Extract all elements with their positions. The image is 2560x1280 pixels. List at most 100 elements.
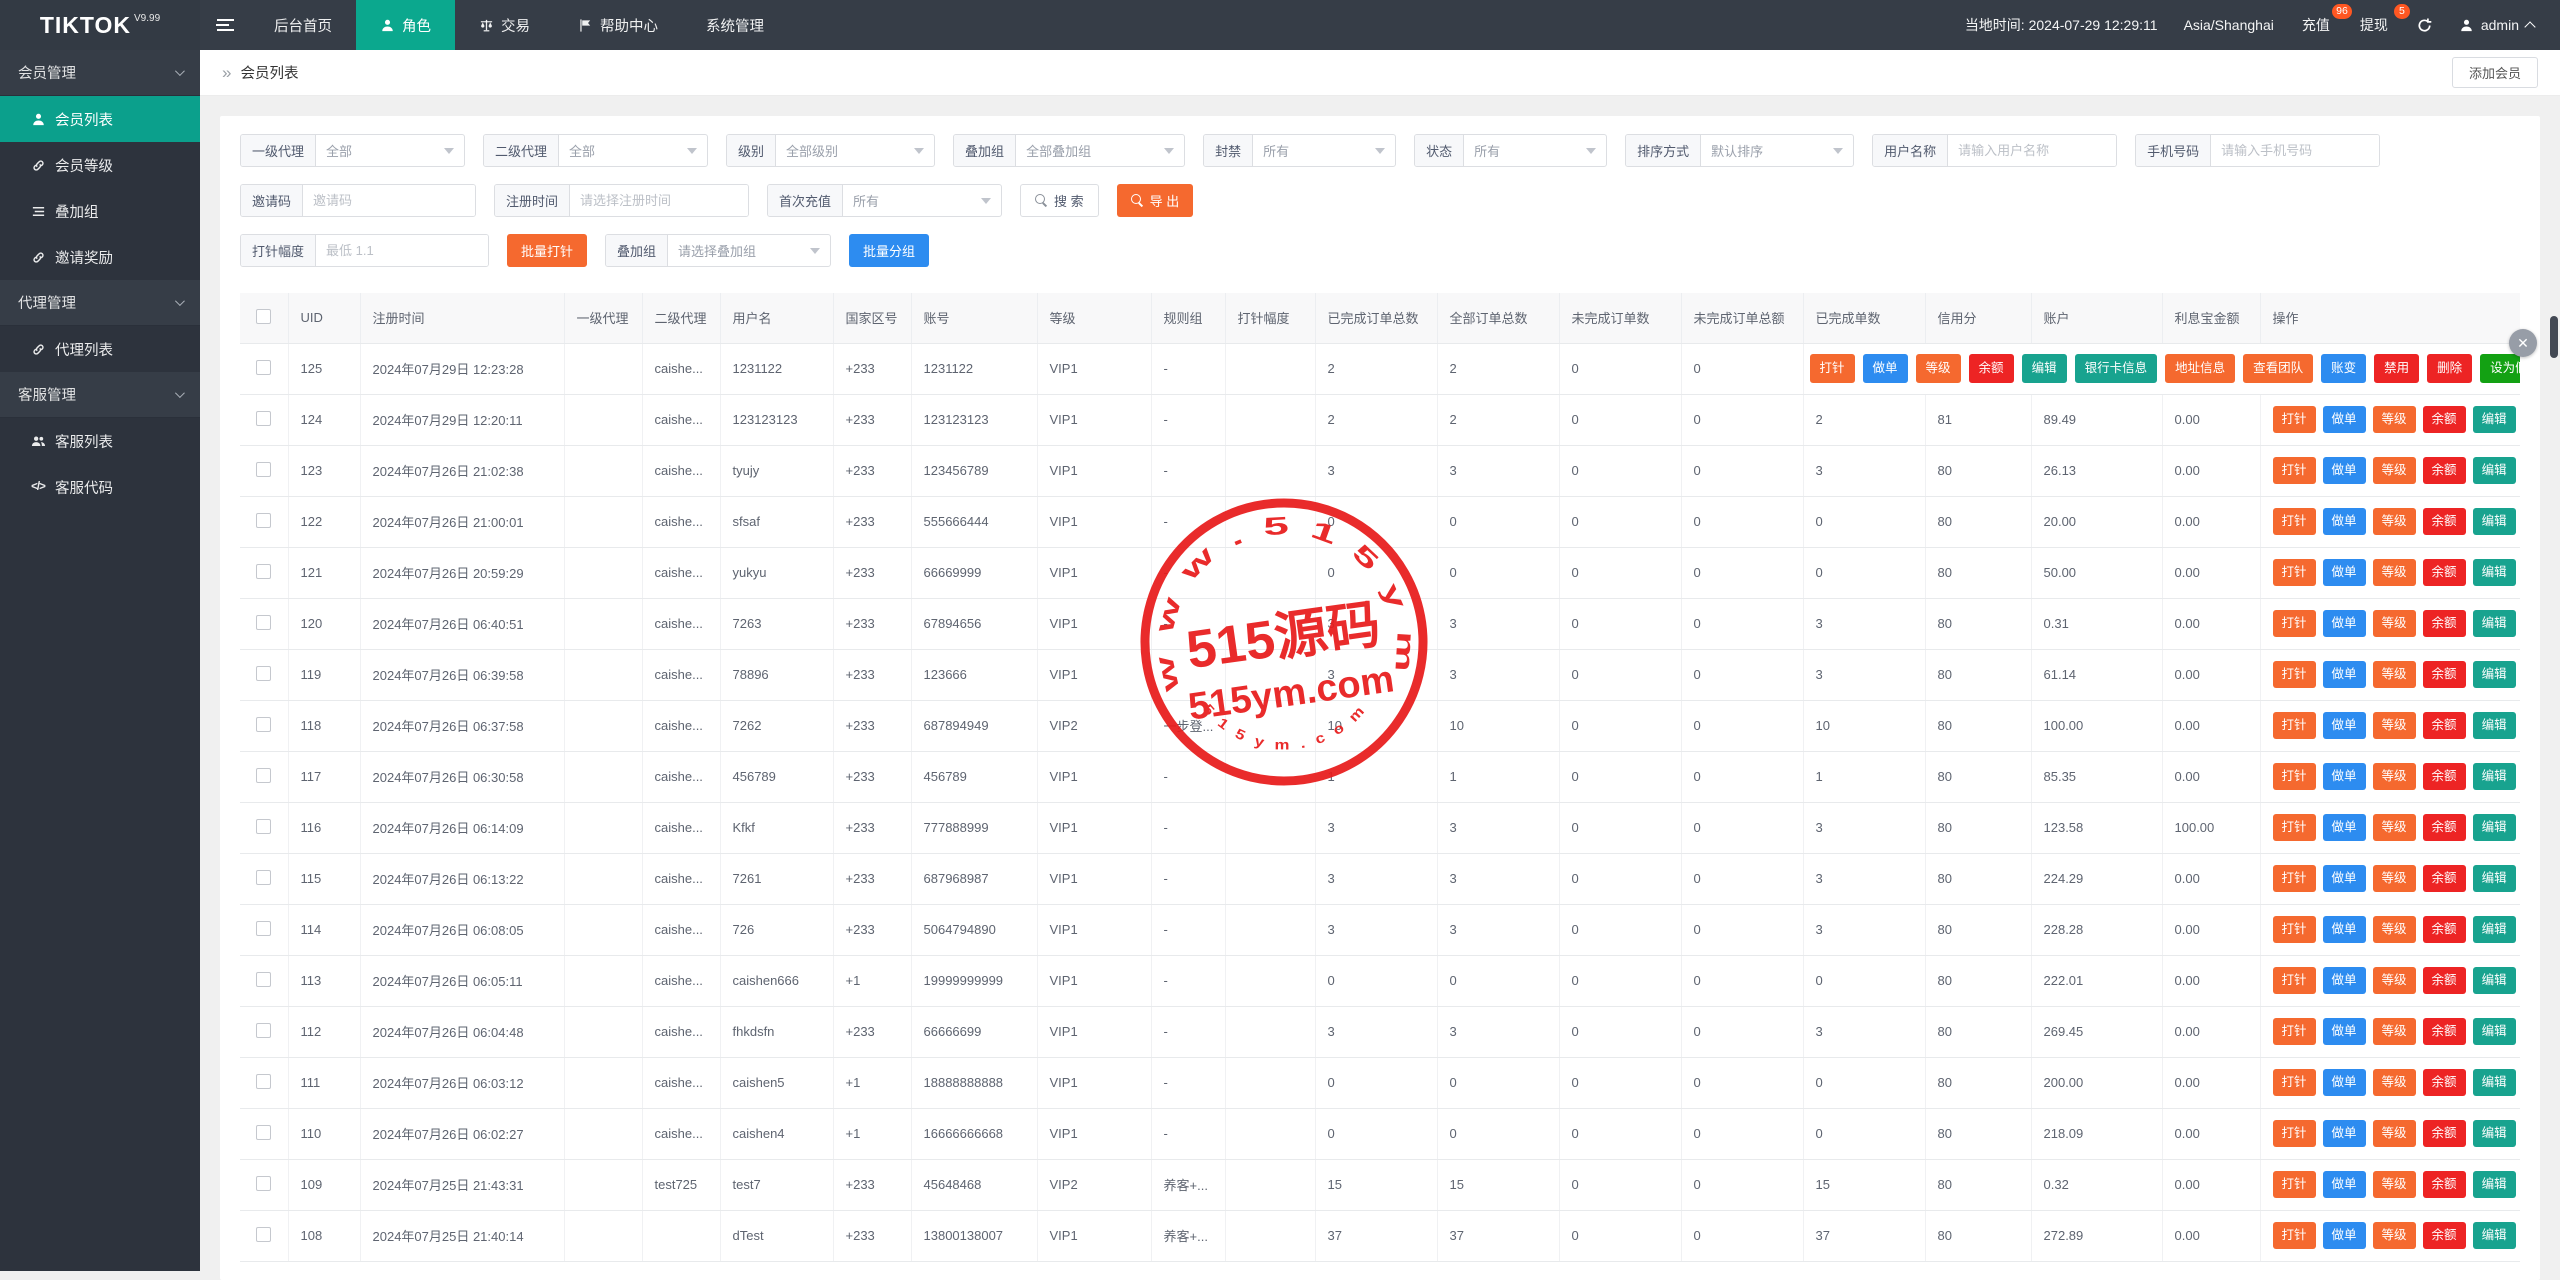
row-action-button[interactable]: 编辑 — [2473, 661, 2516, 688]
refresh-icon[interactable] — [2416, 17, 2433, 34]
sidebar-item-invite-reward[interactable]: 邀请奖励 — [0, 234, 200, 280]
row-action-button[interactable]: 编辑 — [2473, 865, 2516, 892]
row-action-button[interactable]: 余额 — [2423, 610, 2466, 637]
user-menu[interactable]: admin — [2459, 17, 2534, 33]
row-action-button[interactable]: 查看团队 — [2243, 354, 2313, 383]
row-action-button[interactable]: 做单 — [2323, 610, 2366, 637]
search-button[interactable]: 搜 索 — [1020, 184, 1099, 217]
row-action-button[interactable]: 地址信息 — [2165, 354, 2235, 383]
row-action-button[interactable]: 做单 — [2323, 763, 2366, 790]
row-action-button[interactable]: 打针 — [2273, 1171, 2316, 1198]
row-action-button[interactable]: 等级 — [2373, 865, 2416, 892]
row-action-button[interactable]: 打针 — [2273, 661, 2316, 688]
row-action-button[interactable]: 等级 — [2373, 1069, 2416, 1096]
row-action-button[interactable]: 等级 — [2373, 967, 2416, 994]
row-action-button[interactable]: 等级 — [2373, 1222, 2416, 1249]
row-action-button[interactable]: 余额 — [2423, 1171, 2466, 1198]
row-action-button[interactable]: 设为假人 — [2480, 354, 2520, 383]
agent2-select[interactable]: 全部 — [559, 135, 707, 166]
export-button[interactable]: 导 出 — [1117, 184, 1194, 217]
row-action-button[interactable]: 余额 — [2423, 763, 2466, 790]
row-action-button[interactable]: 做单 — [1863, 354, 1908, 383]
row-action-button[interactable]: 等级 — [2373, 508, 2416, 535]
sidebar-item-member-level[interactable]: 会员等级 — [0, 142, 200, 188]
menu-item-trade[interactable]: 交易 — [455, 0, 554, 50]
row-action-button[interactable]: 余额 — [2423, 559, 2466, 586]
row-checkbox[interactable] — [256, 1176, 271, 1191]
row-action-button[interactable]: 打针 — [2273, 1222, 2316, 1249]
menu-item-help-center[interactable]: 帮助中心 — [554, 0, 682, 50]
row-checkbox[interactable] — [256, 513, 271, 528]
bulk-group-button[interactable]: 批量分组 — [849, 234, 929, 267]
row-action-button[interactable]: 等级 — [2373, 763, 2416, 790]
row-action-button[interactable]: 编辑 — [2473, 610, 2516, 637]
row-action-button[interactable]: 做单 — [2323, 1171, 2366, 1198]
row-action-button[interactable]: 编辑 — [2473, 1222, 2516, 1249]
bulk-stack-select[interactable]: 请选择叠加组 — [668, 235, 830, 266]
row-action-button[interactable]: 编辑 — [2473, 916, 2516, 943]
row-action-button[interactable]: 余额 — [2423, 814, 2466, 841]
withdraw-link[interactable]: 提现 5 — [2358, 15, 2390, 35]
row-action-button[interactable]: 等级 — [2373, 406, 2416, 433]
row-action-button[interactable]: 等级 — [2373, 1120, 2416, 1147]
row-action-button[interactable]: 编辑 — [2473, 457, 2516, 484]
row-action-button[interactable]: 编辑 — [2473, 1018, 2516, 1045]
row-action-button[interactable]: 余额 — [2423, 1018, 2466, 1045]
row-action-button[interactable]: 等级 — [2373, 1171, 2416, 1198]
row-action-button[interactable]: 禁用 — [2374, 354, 2419, 383]
sidebar-group-members[interactable]: 会员管理 — [0, 50, 200, 96]
row-action-button[interactable]: 编辑 — [2473, 508, 2516, 535]
hamburger-icon[interactable] — [200, 0, 250, 50]
reg-time-input[interactable] — [570, 185, 748, 216]
row-action-button[interactable]: 打针 — [2273, 763, 2316, 790]
row-checkbox[interactable] — [256, 1023, 271, 1038]
row-action-button[interactable]: 打针 — [2273, 508, 2316, 535]
row-checkbox[interactable] — [256, 972, 271, 987]
row-action-button[interactable]: 编辑 — [2022, 354, 2067, 383]
close-icon[interactable]: ✕ — [2509, 329, 2537, 357]
recharge-link[interactable]: 充值 96 — [2300, 15, 2332, 35]
row-action-button[interactable]: 等级 — [2373, 712, 2416, 739]
row-action-button[interactable]: 编辑 — [2473, 406, 2516, 433]
level-select[interactable]: 全部级别 — [776, 135, 934, 166]
row-checkbox[interactable] — [256, 1074, 271, 1089]
row-action-button[interactable]: 余额 — [2423, 865, 2466, 892]
menu-item-system[interactable]: 系统管理 — [682, 0, 788, 50]
menu-item-dashboard[interactable]: 后台首页 — [250, 0, 356, 50]
row-action-button[interactable]: 编辑 — [2473, 967, 2516, 994]
row-action-button[interactable]: 做单 — [2323, 559, 2366, 586]
row-action-button[interactable]: 打针 — [2273, 916, 2316, 943]
sidebar-item-support-list[interactable]: 客服列表 — [0, 418, 200, 464]
row-action-button[interactable]: 余额 — [2423, 1069, 2466, 1096]
inject-range-input[interactable] — [316, 235, 488, 266]
row-action-button[interactable]: 打针 — [1810, 354, 1855, 383]
row-action-button[interactable]: 做单 — [2323, 457, 2366, 484]
bulk-inject-button[interactable]: 批量打针 — [507, 234, 587, 267]
row-action-button[interactable]: 余额 — [2423, 661, 2466, 688]
row-action-button[interactable]: 打针 — [2273, 967, 2316, 994]
row-action-button[interactable]: 编辑 — [2473, 763, 2516, 790]
add-member-button[interactable]: 添加会员 — [2452, 57, 2538, 88]
row-action-button[interactable]: 等级 — [2373, 814, 2416, 841]
row-checkbox[interactable] — [256, 666, 271, 681]
row-checkbox[interactable] — [256, 462, 271, 477]
first-recharge-select[interactable]: 所有 — [843, 185, 1001, 216]
row-action-button[interactable]: 打针 — [2273, 406, 2316, 433]
row-action-button[interactable]: 做单 — [2323, 1222, 2366, 1249]
row-action-button[interactable]: 打针 — [2273, 559, 2316, 586]
sidebar-item-member-list[interactable]: 会员列表 — [0, 96, 200, 142]
row-action-button[interactable]: 删除 — [2427, 354, 2472, 383]
row-action-button[interactable]: 打针 — [2273, 610, 2316, 637]
row-action-button[interactable]: 做单 — [2323, 406, 2366, 433]
row-action-button[interactable]: 做单 — [2323, 712, 2366, 739]
row-action-button[interactable]: 编辑 — [2473, 1120, 2516, 1147]
sort-select[interactable]: 默认排序 — [1701, 135, 1853, 166]
row-checkbox[interactable] — [256, 564, 271, 579]
sidebar-group-agents[interactable]: 代理管理 — [0, 280, 200, 326]
invite-code-input[interactable] — [303, 185, 475, 216]
row-checkbox[interactable] — [256, 1227, 271, 1242]
row-action-button[interactable]: 等级 — [2373, 1018, 2416, 1045]
row-action-button[interactable]: 等级 — [2373, 559, 2416, 586]
row-action-button[interactable]: 编辑 — [2473, 559, 2516, 586]
row-action-button[interactable]: 打针 — [2273, 1120, 2316, 1147]
